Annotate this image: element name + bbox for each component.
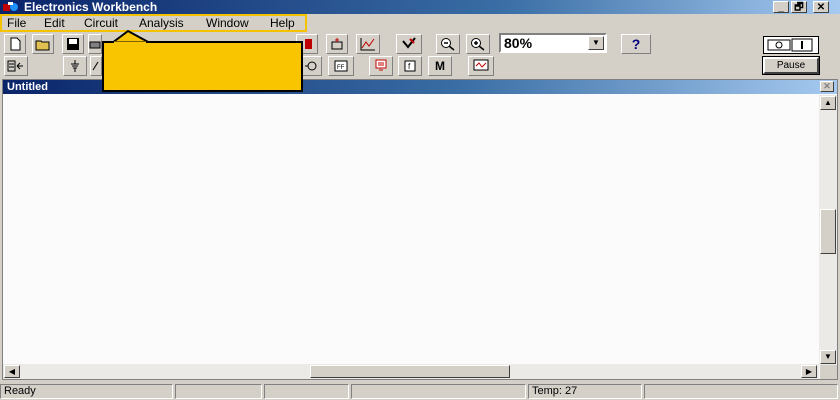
parts-mixed-button[interactable]: M (428, 56, 452, 76)
power-switch-icon (767, 38, 813, 52)
vertical-scrollbar[interactable]: ▲ ▼ (819, 95, 837, 365)
status-bar: Ready Temp: 27 (0, 382, 840, 400)
controls-icon: FF (334, 60, 348, 72)
pause-button[interactable]: Pause (762, 56, 820, 75)
zoom-in-icon (471, 38, 485, 51)
scroll-down-icon[interactable]: ▼ (820, 350, 836, 364)
horizontal-scrollbar[interactable]: ◀ ▶ (3, 364, 819, 379)
subcircuit-icon (331, 38, 343, 50)
new-icon (10, 37, 21, 51)
graph-button[interactable] (356, 34, 380, 54)
favorites-icon (7, 60, 23, 72)
menu-circuit[interactable]: Circuit (84, 16, 118, 30)
parts-digital-button[interactable]: f (398, 56, 422, 76)
component-button[interactable] (396, 34, 422, 54)
parts-indicators-button[interactable] (300, 56, 322, 76)
svg-text:FF: FF (337, 65, 345, 71)
power-switch[interactable] (763, 36, 819, 54)
status-pane-6 (644, 384, 838, 399)
annotation-callout (102, 41, 303, 92)
menu-window[interactable]: Window (206, 16, 249, 30)
close-icon[interactable]: ✕ (820, 81, 834, 92)
parts-basic-button[interactable] (90, 56, 102, 76)
parts-controls-button[interactable]: FF (328, 56, 354, 76)
title-bar: Electronics Workbench _ 🗗 ✕ (0, 0, 840, 14)
open-button[interactable] (32, 34, 54, 54)
zoom-select[interactable]: 80% ▼ (499, 33, 607, 53)
open-icon (35, 40, 50, 51)
document-title: Untitled (7, 81, 48, 93)
vertical-scroll-thumb[interactable] (820, 209, 836, 254)
zoom-out-icon (441, 38, 455, 51)
status-temp: Temp: 27 (528, 384, 642, 399)
save-icon (67, 38, 79, 50)
status-ready: Ready (0, 384, 173, 399)
app-logo-icon (3, 2, 18, 11)
graph-icon (360, 38, 375, 51)
scroll-up-icon[interactable]: ▲ (820, 96, 836, 110)
save-button[interactable] (62, 34, 84, 54)
instruments-icon (473, 59, 489, 71)
size-grip (820, 365, 837, 379)
zoom-out-button[interactable] (436, 34, 460, 54)
parts-miscellaneous-button[interactable] (369, 56, 393, 76)
parts-sources-button[interactable] (63, 56, 87, 76)
parts-toggle-button[interactable] (4, 56, 28, 76)
basic-icon (92, 61, 99, 71)
app-title: Electronics Workbench (24, 0, 158, 14)
status-pane-4 (351, 384, 526, 399)
zoom-value: 80% (504, 35, 533, 51)
component-icon (402, 37, 416, 49)
menu-analysis[interactable]: Analysis (139, 16, 184, 30)
status-pane-2 (175, 384, 262, 399)
restore-button[interactable]: 🗗 (791, 1, 807, 13)
close-button[interactable]: ✕ (813, 1, 829, 13)
indicators-icon (305, 61, 317, 71)
menu-bar: File Edit Circuit Analysis Window Help (0, 14, 840, 32)
sources-icon (71, 60, 79, 72)
print-button[interactable] (88, 34, 102, 54)
menu-edit[interactable]: Edit (44, 16, 65, 30)
subcircuit-button[interactable] (326, 34, 348, 54)
help-button[interactable]: ? (621, 34, 651, 54)
print-icon (89, 41, 101, 49)
menu-file[interactable]: File (7, 16, 26, 30)
menu-help[interactable]: Help (270, 16, 295, 30)
miscellaneous-icon (375, 59, 387, 71)
scroll-left-icon[interactable]: ◀ (4, 365, 20, 378)
help-icon: ? (631, 36, 641, 52)
scroll-right-icon[interactable]: ▶ (801, 365, 817, 378)
zoom-in-button[interactable] (466, 34, 490, 54)
horizontal-scroll-thumb[interactable] (310, 365, 510, 378)
chevron-down-icon[interactable]: ▼ (588, 36, 604, 50)
digital-icon: f (404, 60, 416, 72)
status-pane-3 (264, 384, 349, 399)
minimize-button[interactable]: _ (773, 1, 789, 13)
parts-instruments-button[interactable] (468, 56, 494, 76)
mixed-label: M (435, 59, 445, 73)
document-window: Untitled ✕ ▲ ▼ ◀ ▶ (2, 79, 838, 380)
new-button[interactable] (4, 34, 26, 54)
